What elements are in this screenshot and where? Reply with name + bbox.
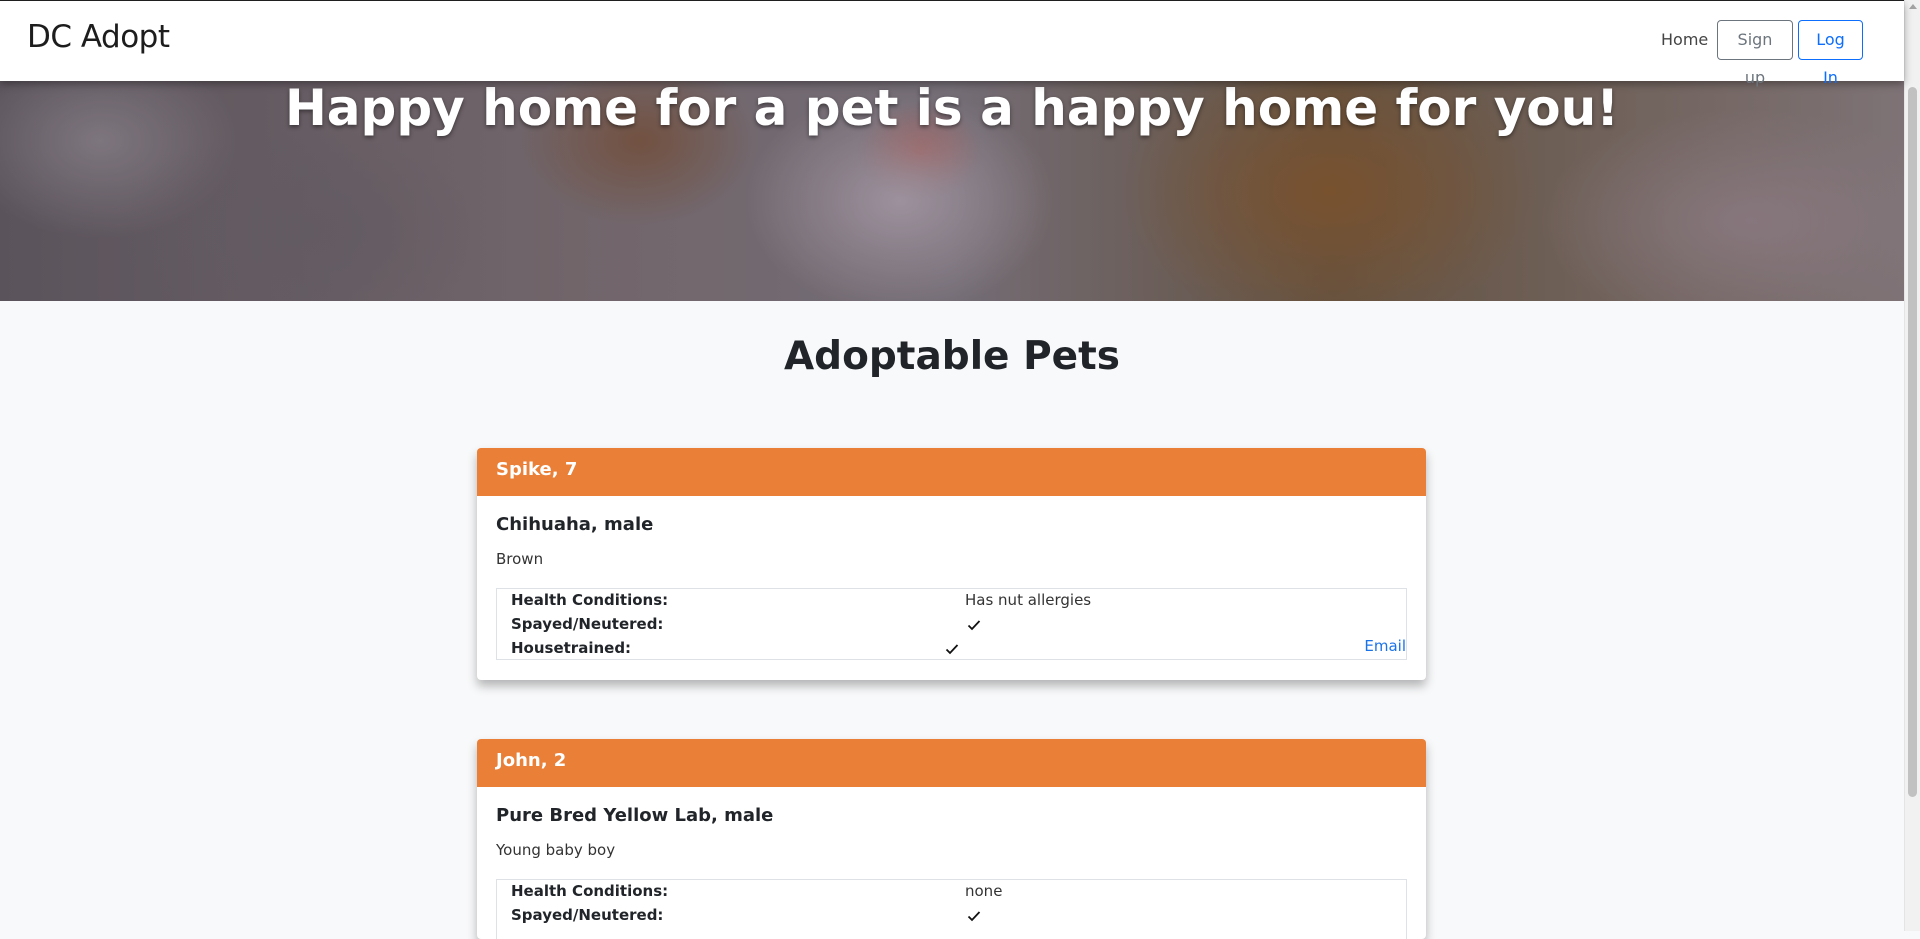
nav-home-link[interactable]: Home [1661, 30, 1708, 49]
pet-breed-sex: Chihuaha, male [496, 514, 654, 535]
page-scrollbar[interactable] [1904, 0, 1920, 931]
spayed-row: Spayed/Neutered: [511, 904, 663, 926]
hero-banner: Happy home for a pet is a happy home for… [0, 81, 1904, 301]
health-row: Health Conditions: [511, 880, 668, 902]
scrollbar-thumb[interactable] [1908, 87, 1917, 797]
hero-title: Happy home for a pet is a happy home for… [284, 81, 1620, 137]
pet-breed-sex: Pure Bred Yellow Lab, male [496, 805, 774, 826]
pet-card-header: John, 2 [477, 739, 1426, 787]
pet-info-table: Health Conditions: none Spayed/Neutered: [496, 879, 1407, 939]
spayed-label: Spayed/Neutered: [511, 906, 664, 924]
pet-info-table: Health Conditions: Has nut allergies Spa… [496, 588, 1407, 660]
checkmark-icon [967, 620, 981, 631]
health-label: Health Conditions: [511, 882, 669, 900]
health-label: Health Conditions: [511, 591, 669, 609]
window-top-border [0, 0, 1904, 1]
brand-logo[interactable]: DC Adopt [27, 19, 170, 55]
pet-description: Young baby boy [496, 841, 616, 859]
email-link[interactable]: Email [1364, 637, 1406, 655]
navbar: DC Adopt Home Sign up Log In [0, 1, 1904, 87]
signup-button[interactable]: Sign up [1717, 20, 1793, 87]
page-title: Adoptable Pets [784, 334, 1120, 379]
health-value: none [965, 882, 1003, 900]
checkmark-icon [967, 911, 981, 922]
scroll-up-arrow-icon[interactable] [1909, 4, 1917, 9]
spayed-row: Spayed/Neutered: [511, 613, 663, 635]
pet-card-header: Spike, 7 [477, 448, 1426, 496]
housetrained-row: Housetrained: [511, 637, 631, 659]
pet-card: John, 2 Pure Bred Yellow Lab, male Young… [477, 739, 1426, 939]
health-value: Has nut allergies [965, 591, 1092, 609]
pet-card: Spike, 7 Chihuaha, male Brown Health Con… [477, 448, 1426, 680]
spayed-label: Spayed/Neutered: [511, 615, 664, 633]
login-button[interactable]: Log In [1798, 20, 1863, 87]
pet-description: Brown [496, 550, 544, 568]
health-row: Health Conditions: [511, 589, 668, 611]
housetrained-label: Housetrained: [511, 639, 632, 657]
pet-card-body: Pure Bred Yellow Lab, male Young baby bo… [477, 787, 1426, 939]
pet-card-body: Chihuaha, male Brown Health Conditions: … [477, 496, 1426, 680]
checkmark-icon [945, 644, 959, 655]
